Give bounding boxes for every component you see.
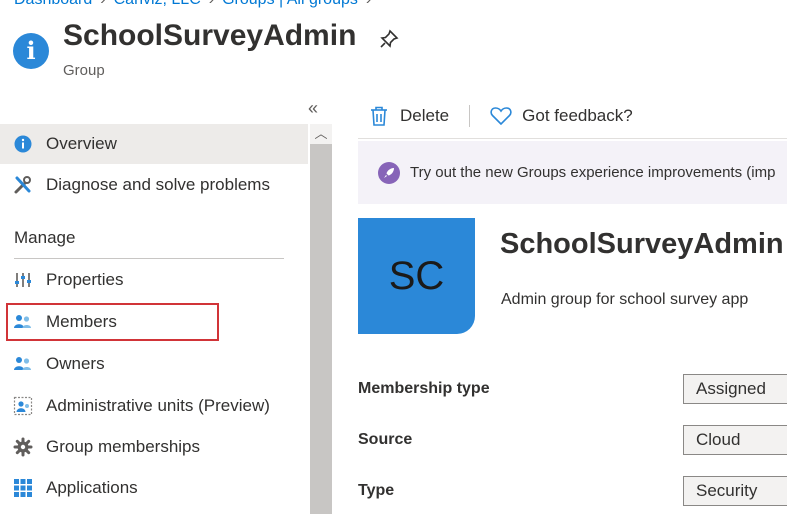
sidebar-item-label: Group memberships: [46, 437, 201, 456]
breadcrumb-separator: ›: [366, 0, 371, 8]
avatar-initials: SC: [388, 253, 445, 298]
sidebar-item-diagnose[interactable]: Diagnose and solve problems: [0, 165, 308, 205]
breadcrumb-separator: ›: [100, 0, 105, 8]
delete-label: Delete: [400, 106, 450, 125]
rocket-icon: [378, 161, 400, 184]
page-subtitle: Group: [63, 62, 105, 79]
banner-text: Try out the new Groups experience improv…: [410, 164, 776, 181]
breadcrumb-tenant[interactable]: Canviz, LLC: [114, 0, 201, 8]
applications-icon: [12, 477, 34, 499]
feedback-label: Got feedback?: [522, 106, 633, 125]
admin-units-icon: [12, 395, 34, 417]
sidebar-item-group-memberships[interactable]: Group memberships: [0, 427, 308, 467]
breadcrumb-separator: ›: [209, 0, 214, 8]
source-label: Source: [358, 431, 413, 448]
collapse-sidebar-icon[interactable]: «: [308, 98, 318, 119]
page-title: SchoolSurveyAdmin: [63, 19, 357, 52]
sidebar-item-label: Diagnose and solve problems: [46, 175, 270, 194]
sidebar-item-label: Overview: [46, 134, 117, 153]
sidebar-scrollbar[interactable]: [310, 124, 332, 514]
group-avatar: SC: [358, 218, 475, 334]
section-title-manage: Manage: [14, 228, 76, 247]
command-bar: Delete Got feedback?: [358, 100, 633, 132]
sidebar-item-overview[interactable]: Overview: [0, 124, 308, 164]
scroll-up-icon[interactable]: ︿: [310, 124, 332, 144]
section-divider: [14, 258, 284, 259]
group-name: SchoolSurveyAdmin: [500, 228, 784, 260]
feedback-button[interactable]: Got feedback?: [490, 106, 633, 126]
sidebar-item-properties[interactable]: Properties: [0, 260, 308, 300]
group-description: Admin group for school survey app: [501, 291, 749, 308]
breadcrumb-groups[interactable]: Groups | All groups: [222, 0, 358, 8]
trash-icon: [370, 106, 388, 126]
owners-icon: [12, 353, 34, 375]
breadcrumb-dashboard[interactable]: Dashboard: [14, 0, 92, 8]
sidebar-item-label: Administrative units (Preview): [46, 396, 270, 415]
breadcrumb: Dashboard › Canviz, LLC › Groups | All group…: [14, 0, 379, 9]
membership-type-value: Assigned: [683, 374, 787, 404]
info-icon: [12, 133, 34, 155]
sidebar-item-applications[interactable]: Applications: [0, 468, 308, 508]
properties-icon: [12, 269, 34, 291]
info-banner[interactable]: Try out the new Groups experience improv…: [358, 141, 787, 204]
membership-type-label: Membership type: [358, 380, 490, 397]
sidebar-item-admin-units[interactable]: Administrative units (Preview): [0, 386, 308, 426]
sidebar-item-label: Applications: [46, 478, 138, 497]
toolbar-divider: [358, 138, 787, 139]
members-highlight-box: [6, 303, 219, 341]
heart-icon: [490, 106, 512, 126]
type-value: Security: [683, 476, 787, 506]
sidebar-item-owners[interactable]: Owners: [0, 344, 308, 384]
group-info-icon: i: [13, 33, 49, 69]
type-label: Type: [358, 482, 395, 499]
delete-button[interactable]: Delete: [358, 106, 449, 126]
sidebar-item-label: Properties: [46, 270, 124, 289]
pin-icon[interactable]: [378, 28, 400, 50]
toolbar-separator: [469, 105, 471, 127]
gear-icon: [12, 436, 34, 458]
source-value: Cloud: [683, 425, 787, 455]
wrench-icon: [12, 174, 34, 196]
sidebar-item-label: Owners: [46, 354, 105, 373]
